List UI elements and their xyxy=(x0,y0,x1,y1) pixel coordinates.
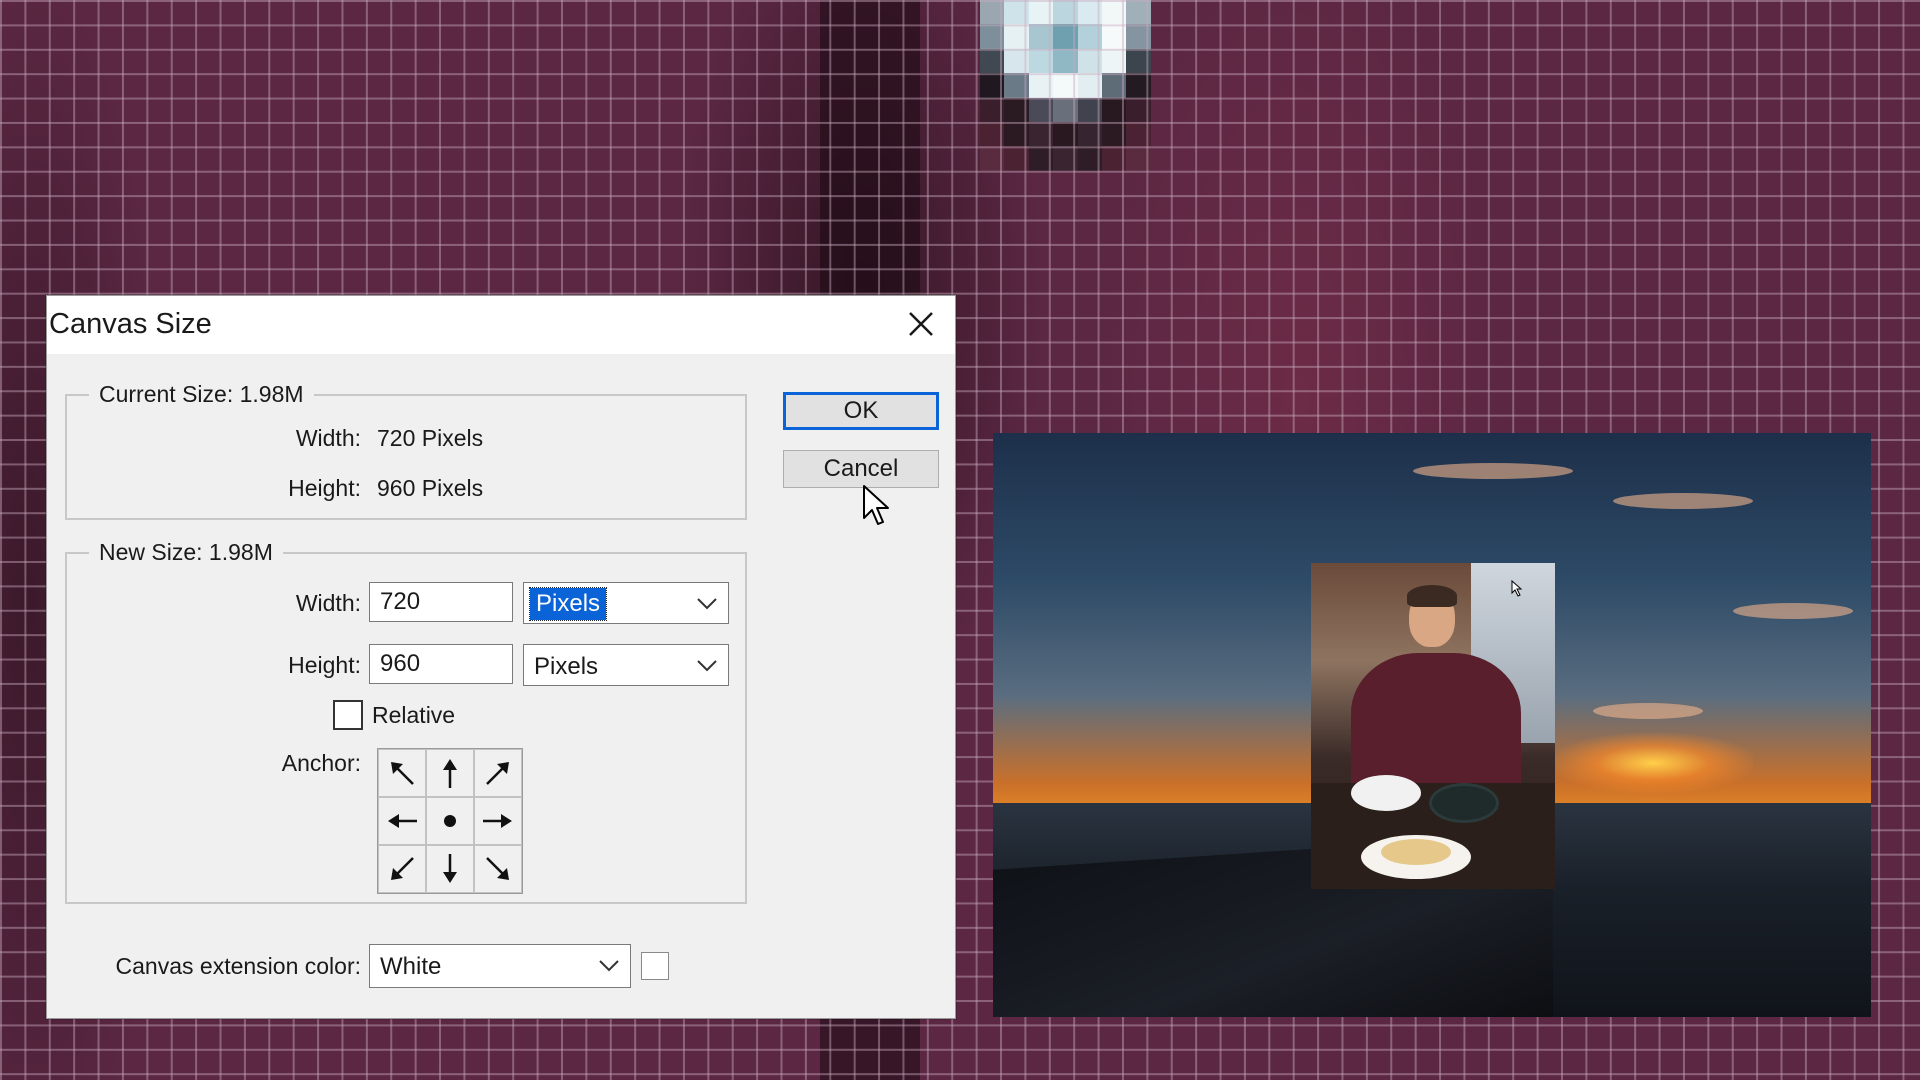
new-height-label: Height: xyxy=(288,652,361,678)
arrow-right-icon xyxy=(483,814,512,828)
anchor-right[interactable] xyxy=(474,797,522,845)
canvas-size-dialog: Canvas Size Current Size: 1.98M Width: 7… xyxy=(46,295,956,1019)
mouse-pointer-icon xyxy=(863,485,889,525)
arrow-down-right-icon xyxy=(486,857,509,880)
dialog-title: Canvas Size xyxy=(49,308,212,340)
new-size-label: New Size: 1.98M xyxy=(89,539,283,566)
anchor-bottom[interactable] xyxy=(426,845,474,893)
cancel-button[interactable]: Cancel xyxy=(783,450,939,488)
anchor-bottom-right[interactable] xyxy=(474,845,522,893)
new-width-label: Width: xyxy=(295,590,361,616)
chevron-down-icon xyxy=(697,660,717,672)
anchor-grid xyxy=(377,748,523,894)
extension-color-select[interactable]: White xyxy=(369,944,631,988)
arrow-up-icon xyxy=(443,759,457,788)
anchor-center[interactable] xyxy=(426,797,474,845)
arrow-left-icon xyxy=(388,814,417,828)
arrow-up-right-icon xyxy=(486,762,509,785)
anchor-bottom-left[interactable] xyxy=(378,845,426,893)
anchor-center-icon xyxy=(444,815,456,827)
arrow-down-left-icon xyxy=(391,857,414,880)
ok-button[interactable]: OK xyxy=(783,392,939,430)
current-size-label: Current Size: 1.98M xyxy=(89,381,314,408)
close-icon[interactable] xyxy=(901,304,941,344)
anchor-top[interactable] xyxy=(426,749,474,797)
anchor-left[interactable] xyxy=(378,797,426,845)
relative-label[interactable]: Relative xyxy=(372,702,455,729)
extension-color-swatch[interactable] xyxy=(641,952,669,980)
height-unit-value: Pixels xyxy=(534,653,599,680)
anchor-top-right[interactable] xyxy=(474,749,522,797)
relative-checkbox[interactable] xyxy=(333,700,363,730)
current-height-label: Height: xyxy=(288,475,361,501)
arrow-up-left-icon xyxy=(391,762,414,785)
arrow-down-icon xyxy=(443,854,457,883)
height-unit-select[interactable]: Pixels xyxy=(523,644,729,686)
chevron-down-icon xyxy=(599,960,619,972)
width-input[interactable] xyxy=(369,582,513,622)
move-cursor-icon xyxy=(1511,579,1523,597)
anchor-top-left[interactable] xyxy=(378,749,426,797)
extension-color-label: Canvas extension color: xyxy=(115,953,361,979)
width-unit-select[interactable]: Pixels xyxy=(523,582,729,624)
pasted-portrait-layer[interactable] xyxy=(1311,563,1555,889)
dialog-titlebar: Canvas Size xyxy=(47,296,955,354)
extension-color-value: White xyxy=(380,953,442,980)
document-preview-photo xyxy=(993,433,1871,1017)
current-width-label: Width: xyxy=(295,425,361,451)
height-input[interactable] xyxy=(369,644,513,684)
chevron-down-icon xyxy=(697,598,717,610)
current-width-value: 720 Pixels xyxy=(377,425,484,451)
anchor-label: Anchor: xyxy=(281,750,361,776)
current-height-value: 960 Pixels xyxy=(377,475,484,501)
width-unit-value: Pixels xyxy=(528,587,608,621)
